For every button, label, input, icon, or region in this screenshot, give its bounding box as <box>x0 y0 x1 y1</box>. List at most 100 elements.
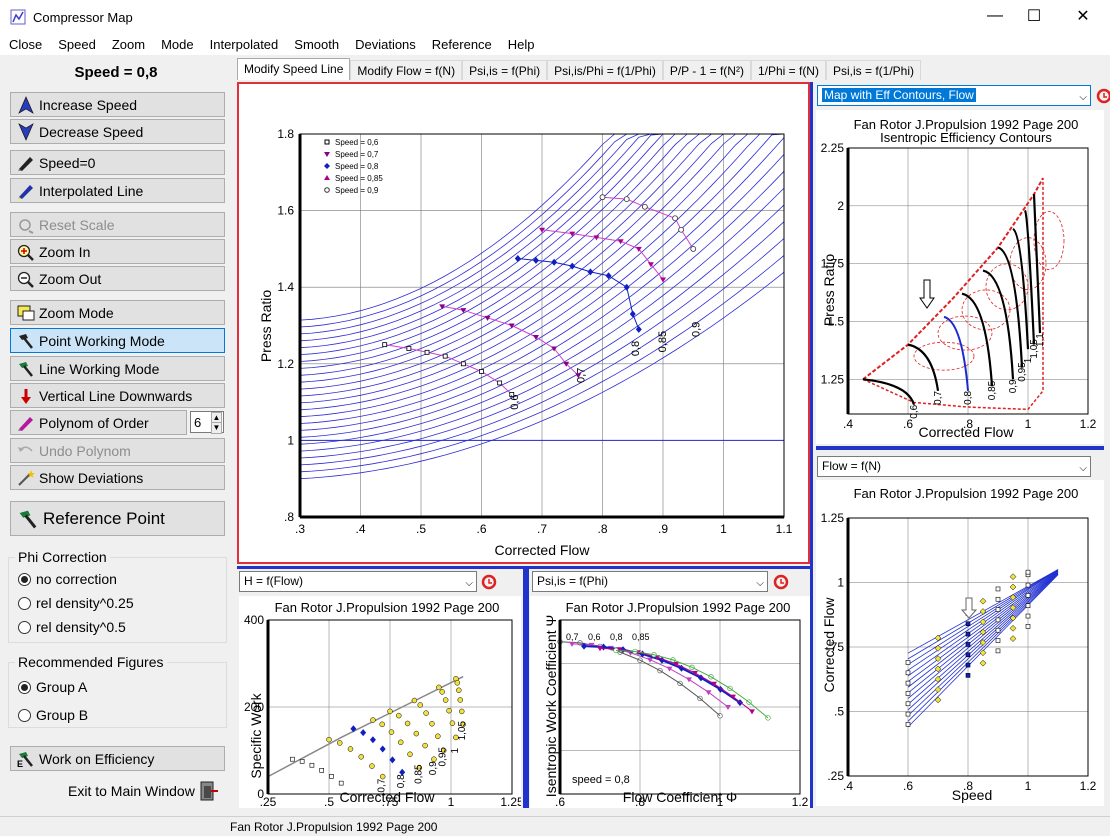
bl-point <box>369 763 375 769</box>
psi-phi-chart[interactable]: Fan Rotor J.Propulsion 1992 Page 200 .6.… <box>530 596 810 809</box>
tab-psi-inv-phi[interactable]: Psi,is = f(1/Phi) <box>825 60 922 80</box>
rb-point <box>934 644 942 652</box>
splitter-right[interactable] <box>816 446 1104 450</box>
main-y-tick-label: 1.2 <box>277 357 294 371</box>
legend-label: Speed = 0,9 <box>335 186 379 195</box>
menu-close[interactable]: Close <box>1 34 50 55</box>
close-icon: ✕ <box>1076 8 1090 25</box>
menu-speed[interactable]: Speed <box>50 34 104 55</box>
radio-group-b[interactable]: Group B <box>18 707 88 723</box>
tab-psi-phi[interactable]: Psi,is = f(Phi) <box>462 60 548 80</box>
decrease-speed-button[interactable]: Decrease Speed <box>10 119 225 144</box>
rb-point <box>965 652 971 658</box>
point-square <box>406 346 412 351</box>
polynom-order-spinner[interactable]: 6 ▲ ▼ <box>190 411 224 434</box>
rb-point <box>979 618 987 626</box>
rb-point <box>995 617 1001 623</box>
bl-point <box>413 730 420 737</box>
menu-interpolated[interactable]: Interpolated <box>202 34 287 55</box>
line-working-mode-label: Line Working Mode <box>39 360 160 377</box>
exit-main-window-button[interactable]: Exit to Main Window <box>68 780 219 802</box>
undo-icon <box>18 446 33 452</box>
menu-mode[interactable]: Mode <box>153 34 202 55</box>
rt-speed-line <box>862 378 916 406</box>
splitter-vertical[interactable] <box>810 82 813 808</box>
splitter-bottom[interactable] <box>523 569 529 808</box>
rt-speed-label: 0,85 <box>987 380 998 400</box>
flow-speed-chart[interactable]: Fan Rotor J.Propulsion 1992 Page 200 .4.… <box>816 480 1104 806</box>
rt-x-tick: 1.2 <box>1080 417 1097 431</box>
right-bottom-dropdown[interactable]: Flow = f(N) ⌵ <box>817 456 1091 477</box>
radio-group-a[interactable]: Group A <box>18 679 87 695</box>
tab-inv-phi-n[interactable]: 1/Phi = f(N) <box>750 60 826 80</box>
refresh-icon[interactable] <box>1095 87 1110 105</box>
right-top-dropdown[interactable]: Map with Eff Contours, Flow ⌵ <box>817 85 1091 106</box>
right-bottom-panel[interactable]: Fan Rotor J.Propulsion 1992 Page 200 .4.… <box>816 480 1104 806</box>
vertical-line-button[interactable]: Vertical Line Downwards <box>10 383 225 408</box>
bottom-mid-dropdown[interactable]: Psi,is = f(Phi) ⌵ <box>532 571 768 592</box>
main-chart[interactable]: .3 .4 .5 .6 .7 .8 .9 1 1.1 .8 1 1.2 1.4 1.6 1.8 Corre… <box>239 84 808 562</box>
eff-contour <box>961 289 1011 331</box>
show-deviations-button[interactable]: Show Deviations <box>10 465 225 490</box>
increase-speed-button[interactable]: Increase Speed <box>10 92 225 117</box>
speed-zero-button[interactable]: Speed=0 <box>10 150 225 175</box>
reference-point-button[interactable]: Reference Point <box>10 501 225 536</box>
bottom-left-panel[interactable]: Fan Rotor J.Propulsion 1992 Page 200 .25… <box>239 596 524 809</box>
refresh-icon[interactable] <box>480 573 498 591</box>
bl-point <box>422 742 428 749</box>
bl-point <box>389 756 396 764</box>
point-working-mode-button[interactable]: Point Working Mode <box>10 328 225 353</box>
specific-work-chart[interactable]: Fan Rotor J.Propulsion 1992 Page 200 .25… <box>239 596 524 809</box>
radio-density-05[interactable]: rel density^0.5 <box>18 619 126 635</box>
legend-triangle-down-icon <box>324 152 330 157</box>
reset-scale-label: Reset Scale <box>39 216 115 233</box>
tab-modify-flow[interactable]: Modify Flow = f(N) <box>350 60 463 80</box>
zoom-in-button[interactable]: Zoom In <box>10 239 225 264</box>
point-square <box>424 349 430 355</box>
menu-smooth[interactable]: Smooth <box>286 34 347 55</box>
menu-help[interactable]: Help <box>500 34 543 55</box>
menu-reference[interactable]: Reference <box>424 34 500 55</box>
hammer-icon <box>19 333 33 349</box>
line-working-mode-button[interactable]: Line Working Mode <box>10 356 225 381</box>
exit-door-icon <box>200 781 218 801</box>
tab-psi-phi-inv[interactable]: Psi,is/Phi = f(1/Phi) <box>547 60 663 80</box>
bl-speed-label: 1,05 <box>457 720 468 740</box>
polynom-order-button[interactable]: Polynom of Order <box>10 410 187 435</box>
bl-speed-label: 0,8 <box>396 774 407 788</box>
main-chart-panel[interactable]: .3 .4 .5 .6 .7 .8 .9 1 1.1 .8 1 1.2 1.4 1.6 1.8 Corre… <box>237 82 810 564</box>
right-top-panel[interactable]: Fan Rotor J.Propulsion 1992 Page 200 Ise… <box>816 110 1104 444</box>
bm-curve <box>599 647 753 712</box>
undo-polynom-button[interactable]: Undo Polynom <box>10 438 225 463</box>
work-on-efficiency-button[interactable]: E Work on Efficiency <box>10 746 225 771</box>
radio-checked-icon <box>18 680 31 694</box>
refresh-icon[interactable] <box>772 573 790 591</box>
zoom-out-button[interactable]: Zoom Out <box>10 266 225 291</box>
bottom-mid-panel[interactable]: Fan Rotor J.Propulsion 1992 Page 200 .6.… <box>530 596 810 809</box>
reset-scale-button[interactable]: Reset Scale <box>10 212 225 237</box>
bl-point <box>431 756 437 762</box>
point-square <box>460 361 466 367</box>
main-x-tick-label: .4 <box>355 522 365 536</box>
bl-y-tick: 400 <box>244 613 264 627</box>
interpolated-line-button[interactable]: Interpolated Line <box>10 178 225 203</box>
menu-zoom[interactable]: Zoom <box>104 34 153 55</box>
rb-x-tick: .6 <box>903 779 913 793</box>
tab-pp-n2[interactable]: P/P - 1 = f(N²) <box>662 60 751 80</box>
eff-contour-chart[interactable]: Fan Rotor J.Propulsion 1992 Page 200 Ise… <box>816 110 1104 444</box>
menu-deviations[interactable]: Deviations <box>347 34 424 55</box>
legend-label: Speed = 0,85 <box>335 174 383 183</box>
main-legend: Speed = 0,6 Speed = 0,7 Speed = 0,8 Speed =… <box>324 138 383 195</box>
radio-density-025[interactable]: rel density^0.25 <box>18 595 134 611</box>
bottom-left-dropdown[interactable]: H = f(Flow) ⌵ <box>239 571 477 592</box>
radio-no-correction[interactable]: no correction <box>18 571 117 587</box>
spinner-down-icon[interactable]: ▼ <box>211 422 222 434</box>
close-window-button[interactable]: ✕ <box>1060 0 1106 32</box>
rt-speed-label: 0,8 <box>963 391 974 405</box>
zoom-mode-button[interactable]: Zoom Mode <box>10 300 225 325</box>
maximize-button[interactable]: ☐ <box>1011 0 1057 32</box>
tab-modify-speed-line[interactable]: Modify Speed Line <box>237 58 351 80</box>
tab-strip: Modify Speed Line Modify Flow = f(N) Psi… <box>237 58 922 80</box>
legend-triangle-up-icon <box>324 175 330 180</box>
rb-point <box>905 680 911 686</box>
